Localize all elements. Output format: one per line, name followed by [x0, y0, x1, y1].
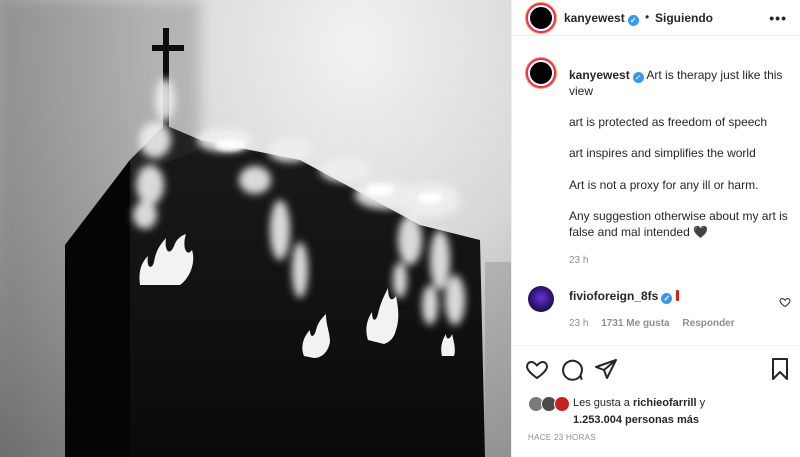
post-view: kanyewest ✓ • Siguiendo ••• kanyewest ✓ Ar… — [0, 0, 800, 457]
post-header: kanyewest ✓ • Siguiendo ••• — [512, 0, 800, 36]
author-username[interactable]: kanyewest ✓ — [564, 11, 639, 26]
caption-timestamp[interactable]: 23 h — [569, 255, 588, 266]
author-username-text[interactable]: kanyewest — [564, 11, 625, 25]
post-side-panel: kanyewest ✓ • Siguiendo ••• kanyewest ✓ Ar… — [511, 0, 800, 457]
separator-dot: • — [645, 10, 650, 24]
commenter-username[interactable]: fivioforeign_8fs ✓ — [569, 289, 680, 304]
reply-button[interactable]: Responder — [682, 318, 734, 329]
comment-item: fivioforeign_8fs ✓ 23 h 1731 Me gusta Res… — [512, 282, 800, 332]
verified-badge-icon: ✓ — [627, 15, 639, 26]
comment-bubble-icon[interactable] — [560, 357, 584, 381]
save-bookmark-icon[interactable] — [768, 357, 792, 381]
author-avatar[interactable] — [528, 5, 554, 31]
comment-like-heart-icon[interactable] — [779, 296, 791, 308]
caption-line: Any suggestion otherwise about my art is… — [569, 209, 788, 239]
verified-badge-icon: ✓ — [632, 72, 644, 83]
likes-count[interactable]: 1.253.004 personas más — [573, 414, 699, 426]
following-button[interactable]: Siguiendo — [655, 11, 713, 25]
caption-first-line: kanyewest ✓ Art is therapy just like this… — [569, 67, 789, 99]
post-actions — [512, 355, 800, 383]
post-timestamp[interactable]: HACE 23 HORAS — [528, 433, 596, 442]
likes-text: Les gusta a richieofarrill y 1.253.004 p… — [573, 395, 705, 429]
more-horizontal-icon[interactable]: ••• — [769, 10, 787, 26]
comment-meta: 23 h 1731 Me gusta Responder — [569, 318, 745, 329]
comment-likes[interactable]: 1731 Me gusta — [601, 318, 669, 329]
likes-mid: y — [696, 397, 706, 409]
caption-line: art inspires and simplifies the world — [569, 146, 756, 160]
likes-summary: Les gusta a richieofarrill y 1.253.004 p… — [528, 393, 788, 427]
caption-username[interactable]: kanyewest — [569, 68, 630, 82]
caption-author-avatar[interactable] — [528, 60, 554, 86]
like-heart-icon[interactable] — [525, 357, 549, 381]
verified-badge-icon: ✓ — [661, 293, 673, 304]
likes-prefix: Les gusta a — [573, 397, 633, 409]
commenter-avatar[interactable] — [528, 286, 554, 312]
church-on-fire-image — [0, 0, 511, 457]
section-divider — [512, 345, 800, 346]
share-paper-plane-icon[interactable] — [594, 357, 618, 381]
commenter-username-text[interactable]: fivioforeign_8fs — [569, 289, 658, 303]
post-image[interactable] — [0, 0, 511, 457]
exclamation-emoji-icon — [676, 290, 680, 301]
liker-avatar[interactable] — [554, 396, 570, 412]
caption-line: Art is not a proxy for any ill or harm. — [569, 178, 759, 192]
comment-timestamp[interactable]: 23 h — [569, 318, 588, 329]
caption-line: art is protected as freedom of speech — [569, 115, 768, 129]
liker-username[interactable]: richieofarrill — [633, 397, 697, 409]
